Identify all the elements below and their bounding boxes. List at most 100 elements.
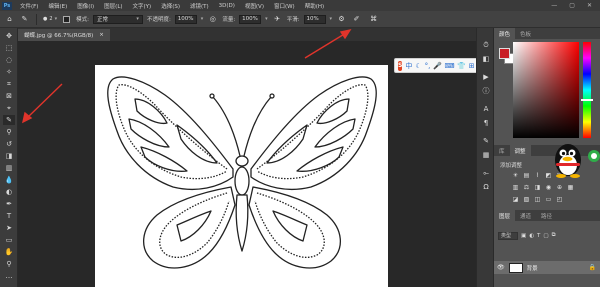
canvas-area[interactable] (18, 41, 476, 287)
sogou-logo-icon[interactable]: S (398, 60, 403, 71)
history-panel-icon[interactable]: ⏱ (480, 40, 492, 50)
hue-slider[interactable] (583, 42, 591, 138)
paragraph-panel-icon[interactable]: ¶ (480, 118, 492, 128)
gear-icon[interactable]: ⚙ (336, 14, 347, 25)
properties-panel-icon[interactable]: ◧ (480, 54, 492, 64)
tab-swatches[interactable]: 色板 (515, 28, 536, 39)
hue-saturation-icon[interactable]: ▥ (512, 184, 519, 191)
quick-select-tool-icon[interactable]: ✧ (3, 67, 15, 77)
adjustment-filter-icon[interactable]: ◐ (529, 233, 534, 239)
photoshop-logo[interactable]: Ps (2, 1, 12, 10)
tab-layers[interactable]: 图层 (494, 210, 516, 221)
tab-libraries[interactable]: 库 (494, 145, 510, 156)
black-white-icon[interactable]: ◨ (534, 184, 541, 191)
pixel-filter-icon[interactable]: ▣ (521, 233, 526, 239)
moon-icon[interactable]: ☾ (415, 62, 421, 70)
tab-adjustments[interactable]: 调整 (509, 145, 531, 156)
gradient-map-icon[interactable]: ▭ (545, 196, 552, 203)
comma-icon[interactable]: °, (425, 62, 431, 70)
menu-select[interactable]: 选择(S) (156, 2, 185, 10)
menu-3d[interactable]: 3D(D) (214, 3, 240, 9)
posterize-icon[interactable]: ▧ (523, 196, 530, 203)
pen-tool-icon[interactable]: ✒ (3, 199, 15, 209)
qq-penguin-mascot[interactable] (548, 138, 600, 178)
smoothing-chevron-icon[interactable]: ▾ (330, 16, 333, 22)
curves-icon[interactable]: ⌇ (534, 172, 541, 179)
opacity-chevron-icon[interactable]: ▾ (201, 16, 204, 22)
minimize-button[interactable]: — (551, 2, 557, 9)
hue-slider-handle[interactable] (581, 99, 593, 101)
color-balance-icon[interactable]: ⚖ (523, 184, 530, 191)
invert-icon[interactable]: ◪ (512, 196, 519, 203)
move-tool-icon[interactable]: ✥ (3, 31, 15, 41)
close-window-button[interactable]: ✕ (587, 2, 592, 9)
color-lookup-icon[interactable]: ▦ (567, 184, 574, 191)
flow-input[interactable]: 100% (239, 14, 262, 24)
channel-mixer-icon[interactable]: ⊕ (556, 184, 563, 191)
grid-icon[interactable]: ⊞ (469, 62, 475, 70)
hand-tool-icon[interactable]: ✋ (3, 247, 15, 257)
rectangle-tool-icon[interactable]: ▭ (3, 235, 15, 245)
shape-filter-icon[interactable]: ▢ (543, 233, 548, 239)
tab-close-icon[interactable]: × (99, 32, 104, 38)
stamp-tool-icon[interactable]: ⚲ (3, 127, 15, 137)
eraser-tool-icon[interactable]: ◨ (3, 151, 15, 161)
play-actions-icon[interactable]: ▶ (480, 72, 492, 82)
threshold-icon[interactable]: ◫ (534, 196, 541, 203)
info-panel-icon[interactable]: ⓘ (480, 86, 492, 96)
photo-filter-icon[interactable]: ◉ (545, 184, 552, 191)
layer-kind-filter[interactable]: 类型 (498, 231, 518, 240)
frame-tool-icon[interactable]: ⊠ (3, 91, 15, 101)
lock-icon[interactable]: 🔒 (589, 264, 596, 271)
history-brush-icon[interactable]: ↺ (3, 139, 15, 149)
flow-chevron-icon[interactable]: ▾ (265, 16, 268, 22)
brush-preset-picker[interactable]: ● 2 ▾ (43, 14, 57, 25)
lasso-tool-icon[interactable]: ◌ (3, 55, 15, 65)
home-icon[interactable]: ⌂ (4, 14, 15, 25)
maximize-button[interactable]: ▢ (569, 2, 575, 9)
brightness-icon[interactable]: ☀ (512, 172, 519, 179)
levels-icon[interactable]: ▤ (523, 172, 530, 179)
paths-panel-icon[interactable]: ⟜ (480, 168, 492, 178)
brush-tool-preset-icon[interactable]: ✎ (19, 14, 30, 25)
pressure-size-icon[interactable]: ✐ (351, 14, 362, 25)
zoom-tool-icon[interactable]: ⚲ (3, 259, 15, 269)
brush-settings-icon[interactable]: ✎ (480, 136, 492, 146)
mode-select[interactable]: 正常 ▾ (92, 14, 143, 24)
airbrush-icon[interactable]: ✈ (272, 14, 283, 25)
language-toggle[interactable]: 中 (405, 61, 412, 71)
document-tab[interactable]: 蝴蝶.jpg @ 66.7%(RGB/8) × (18, 29, 110, 41)
foreground-color-swatch[interactable] (499, 48, 510, 59)
eyedropper-tool-icon[interactable]: ⌖ (3, 103, 15, 113)
document-canvas[interactable] (95, 65, 388, 287)
menu-filter[interactable]: 滤镜(T) (185, 2, 214, 10)
menu-window[interactable]: 窗口(W) (269, 2, 300, 10)
tab-paths[interactable]: 路径 (536, 210, 557, 221)
dodge-tool-icon[interactable]: ◐ (3, 187, 15, 197)
smart-object-filter-icon[interactable]: ⧉ (552, 232, 556, 239)
symmetry-butterfly-icon[interactable]: ⌘ (368, 14, 379, 25)
blur-tool-icon[interactable]: 💧 (3, 175, 15, 185)
menu-help[interactable]: 帮助(H) (300, 2, 329, 10)
keyboard-icon[interactable]: ⌨ (445, 62, 455, 70)
menu-layer[interactable]: 图层(L) (99, 2, 127, 10)
opacity-input[interactable]: 100% (174, 14, 197, 24)
menu-type[interactable]: 文字(Y) (128, 2, 157, 10)
path-select-tool-icon[interactable]: ➤ (3, 223, 15, 233)
swatches-grid-icon[interactable]: ▦ (480, 150, 492, 160)
marquee-tool-icon[interactable]: ⬚ (3, 43, 15, 53)
type-filter-icon[interactable]: T (537, 233, 540, 239)
menu-view[interactable]: 视图(V) (240, 2, 269, 10)
tab-color[interactable]: 颜色 (494, 28, 516, 39)
brush-tool-icon[interactable]: ✎ (3, 115, 15, 125)
glyphs-panel-icon[interactable]: Ω (480, 182, 492, 192)
brush-settings-panel-icon[interactable] (61, 14, 72, 25)
shirt-icon[interactable]: 👕 (457, 62, 466, 70)
menu-file[interactable]: 文件(F) (15, 2, 43, 10)
microphone-icon[interactable]: 🎤 (433, 62, 442, 70)
more-tools-icon[interactable]: … (3, 271, 15, 281)
smoothing-input[interactable]: 10% (303, 14, 326, 24)
type-tool-icon[interactable]: T (3, 211, 15, 221)
pressure-opacity-icon[interactable]: ◎ (207, 14, 218, 25)
color-field[interactable] (513, 42, 579, 138)
